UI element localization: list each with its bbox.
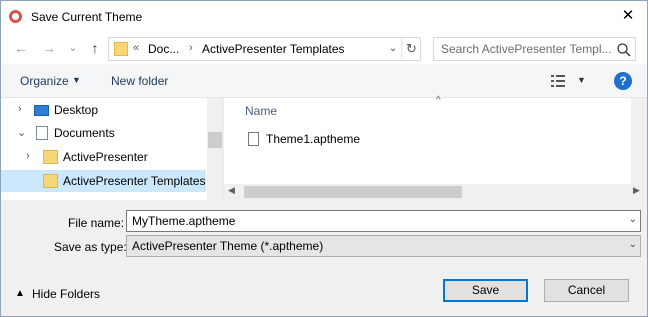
- scrollbar-thumb[interactable]: [208, 132, 222, 148]
- new-folder-button[interactable]: New folder: [111, 74, 168, 88]
- folder-icon: [43, 174, 58, 188]
- tree-item-activepresenter-templates[interactable]: ActivePresenter Templates: [1, 170, 206, 192]
- file-list-vertical-scrollbar[interactable]: [631, 98, 647, 184]
- help-icon[interactable]: ?: [614, 72, 632, 90]
- scroll-left-icon[interactable]: ◀: [228, 185, 235, 196]
- save-dialog: Save Current Theme ✕ ← → ⌄ ↑ « Doc... › …: [0, 0, 648, 317]
- save-button[interactable]: Save: [443, 279, 528, 302]
- file-name-field[interactable]: MyTheme.aptheme ⌄: [126, 210, 641, 232]
- address-segment-documents[interactable]: Doc...: [148, 42, 179, 56]
- navigation-bar: ← → ⌄ ↑ « Doc... › ActivePresenter Templ…: [1, 32, 647, 64]
- sort-caret-icon: ^: [436, 95, 441, 106]
- refresh-icon[interactable]: ↻: [401, 38, 421, 60]
- command-toolbar: Organize ▼ New folder ▼ ?: [1, 64, 647, 98]
- address-dropdown-icon[interactable]: ⌄: [385, 38, 401, 60]
- address-bar[interactable]: « Doc... › ActivePresenter Templates ⌄ ↻: [108, 37, 421, 61]
- tree-item-documents[interactable]: ⌄ Documents: [1, 122, 206, 144]
- expand-chevron-icon[interactable]: ›: [18, 103, 22, 115]
- view-options-icon[interactable]: [551, 75, 565, 87]
- file-list-horizontal-scrollbar[interactable]: ◀ ▶: [224, 184, 647, 200]
- tree-item-label: ActivePresenter Templates: [63, 174, 206, 188]
- close-button[interactable]: ✕: [611, 4, 645, 28]
- hide-folders-toggle[interactable]: Hide Folders: [32, 287, 100, 301]
- address-overflow-icon[interactable]: «: [133, 42, 139, 54]
- tree-item-activepresenter[interactable]: › ActivePresenter: [1, 146, 206, 168]
- address-segment-templates[interactable]: ActivePresenter Templates: [202, 42, 345, 56]
- folder-icon: [43, 150, 58, 164]
- back-arrow-icon[interactable]: ←: [11, 36, 31, 60]
- file-item-label: Theme1.aptheme: [266, 132, 361, 146]
- file-name-label: File name:: [68, 216, 125, 230]
- desktop-icon: [34, 105, 49, 116]
- view-dropdown-caret-icon[interactable]: ▼: [577, 75, 586, 85]
- address-separator-icon[interactable]: ›: [189, 42, 193, 54]
- dialog-title: Save Current Theme: [31, 10, 143, 24]
- save-type-dropdown-icon[interactable]: ⌄: [629, 239, 637, 250]
- file-item[interactable]: Theme1.aptheme: [246, 130, 446, 150]
- cancel-button[interactable]: Cancel: [544, 279, 629, 302]
- activepresenter-app-icon: [9, 10, 22, 23]
- hide-folders-caret-icon[interactable]: ▲: [15, 288, 25, 299]
- navigation-pane[interactable]: › Desktop ⌄ Documents › ActivePresenter …: [1, 98, 223, 200]
- tree-item-label: Desktop: [54, 103, 99, 117]
- column-header-name[interactable]: Name: [245, 104, 277, 118]
- tree-item-label: ActivePresenter: [63, 150, 148, 164]
- search-box[interactable]: Search ActivePresenter Templ...: [433, 37, 636, 61]
- forward-arrow-icon[interactable]: →: [39, 36, 59, 60]
- organize-menu[interactable]: Organize: [20, 74, 69, 88]
- search-input[interactable]: Search ActivePresenter Templ...: [441, 42, 612, 56]
- expand-chevron-icon[interactable]: ›: [26, 150, 30, 162]
- save-type-select[interactable]: ActivePresenter Theme (*.aptheme) ⌄: [126, 235, 641, 257]
- organize-caret-icon[interactable]: ▼: [72, 75, 81, 85]
- collapse-chevron-icon[interactable]: ⌄: [17, 126, 26, 139]
- scroll-right-icon[interactable]: ▶: [633, 185, 640, 196]
- save-type-value[interactable]: ActivePresenter Theme (*.aptheme): [132, 239, 323, 253]
- file-list-pane[interactable]: Name ^ Theme1.aptheme ◀ ▶: [224, 95, 647, 200]
- documents-icon: [36, 126, 48, 140]
- up-folder-arrow-icon[interactable]: ↑: [85, 36, 105, 60]
- navigation-scrollbar[interactable]: [207, 98, 222, 200]
- title-bar: Save Current Theme ✕: [1, 1, 647, 32]
- file-icon: [248, 132, 259, 146]
- tree-item-label: Documents: [54, 126, 115, 140]
- search-icon[interactable]: [616, 42, 632, 58]
- file-name-value[interactable]: MyTheme.aptheme: [132, 214, 235, 228]
- scrollbar-thumb[interactable]: [244, 186, 462, 198]
- file-name-dropdown-icon[interactable]: ⌄: [629, 214, 637, 225]
- recent-locations-chevron-icon[interactable]: ⌄: [63, 36, 83, 60]
- tree-item-desktop[interactable]: › Desktop: [1, 99, 206, 121]
- save-type-label: Save as type:: [54, 240, 127, 254]
- folder-icon: [114, 42, 128, 56]
